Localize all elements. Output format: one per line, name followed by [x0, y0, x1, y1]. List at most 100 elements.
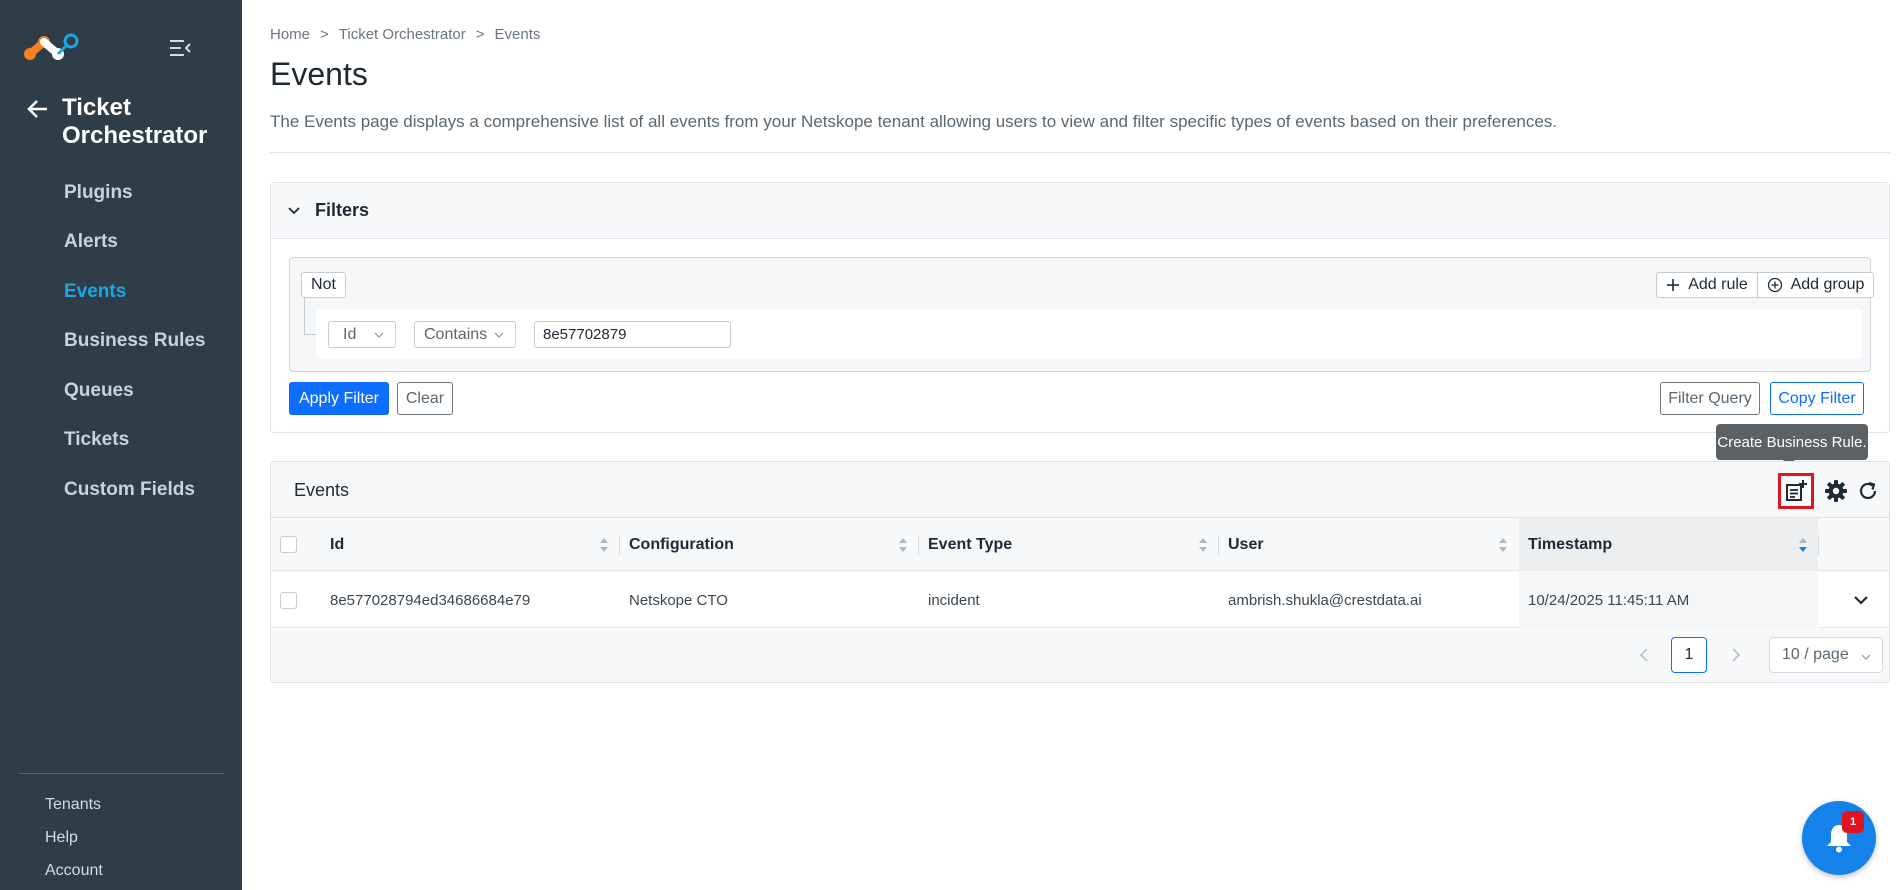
page-size-value: 10 / page [1782, 646, 1849, 663]
page-number-button[interactable]: 1 [1671, 637, 1707, 673]
sidebar-divider [19, 773, 224, 774]
filter-query-button[interactable]: Filter Query [1660, 382, 1760, 415]
select-all-cell [271, 518, 311, 571]
breadcrumb-ticket-orchestrator[interactable]: Ticket Orchestrator [339, 26, 466, 43]
column-separator [1818, 535, 1819, 555]
note-add-icon [1786, 480, 1807, 501]
section-title: Ticket Orchestrator [62, 94, 208, 149]
events-panel: Events Id Configuration Event Type User … [270, 461, 1890, 683]
column-header-timestamp[interactable]: Timestamp [1519, 518, 1818, 571]
sidebar-nav: Plugins Alerts Events Business Rules Que… [0, 168, 242, 515]
breadcrumb: Home > Ticket Orchestrator > Events [270, 26, 540, 43]
filters-title: Filters [315, 200, 370, 220]
row-checkbox[interactable] [280, 591, 297, 609]
sidebar-item-business-rules[interactable]: Business Rules [0, 317, 242, 367]
copy-filter-button[interactable]: Copy Filter [1770, 382, 1864, 415]
column-header-event-type-label: Event Type [928, 535, 1013, 553]
sort-icon [1499, 538, 1507, 552]
column-header-user-label: User [1228, 535, 1264, 553]
sidebar-item-plugins[interactable]: Plugins [0, 168, 242, 218]
column-header-configuration-label: Configuration [629, 535, 734, 553]
create-business-rule-tooltip: Create Business Rule. [1716, 424, 1868, 466]
page-size-select[interactable]: 10 / page [1769, 637, 1883, 673]
sidebar-item-custom-fields[interactable]: Custom Fields [0, 465, 242, 515]
chevron-right-icon [1732, 648, 1741, 662]
sidebar: Ticket Orchestrator Plugins Alerts Event… [0, 0, 242, 890]
cell-configuration: Netskope CTO [629, 591, 728, 609]
breadcrumb-events: Events [494, 26, 541, 43]
not-toggle-button[interactable]: Not [301, 272, 346, 298]
operator-select-value: Contains [424, 325, 488, 343]
sort-icon [899, 538, 907, 552]
chevron-down-icon [494, 332, 504, 338]
add-rule-button[interactable]: Add rule [1656, 272, 1758, 298]
menu-collapse-icon[interactable] [168, 38, 192, 58]
settings-button[interactable] [1823, 478, 1849, 504]
column-header-configuration[interactable]: Configuration [620, 518, 918, 571]
column-header-id-label: Id [330, 535, 345, 553]
sidebar-item-tenants[interactable]: Tenants [45, 794, 103, 827]
events-panel-header: Events [271, 462, 1889, 518]
filters-toggle[interactable]: Filters [271, 183, 1889, 239]
plus-circle-icon [1767, 277, 1782, 293]
chevron-down-icon [288, 206, 300, 214]
column-header-user[interactable]: User [1219, 518, 1518, 571]
sidebar-item-alerts[interactable]: Alerts [0, 218, 242, 268]
page-description: The Events page displays a comprehensive… [270, 112, 1558, 131]
cell-id: 8e577028794ed34686684e79 [330, 591, 531, 609]
previous-page-button[interactable] [1634, 645, 1654, 665]
rule-value-input[interactable] [534, 321, 731, 348]
netskope-logo-icon[interactable] [22, 30, 82, 66]
column-header-event-type[interactable]: Event Type [919, 518, 1218, 571]
table-row[interactable]: 8e577028794ed34686684e79 Netskope CTO in… [271, 572, 1889, 628]
add-rule-label: Add rule [1688, 276, 1748, 293]
operator-select[interactable]: Contains [414, 321, 516, 348]
refresh-button[interactable] [1855, 478, 1881, 504]
refresh-icon [1859, 481, 1877, 500]
column-header-timestamp-label: Timestamp [1528, 535, 1613, 553]
gear-icon [1825, 480, 1847, 502]
apply-filter-button[interactable]: Apply Filter [289, 382, 389, 415]
breadcrumb-separator: > [475, 26, 485, 43]
sidebar-item-help[interactable]: Help [45, 827, 103, 860]
cell-event-type: incident [928, 591, 980, 609]
sort-icon [1199, 538, 1207, 552]
cell-user: ambrish.shukla@crestdata.ai [1228, 591, 1422, 609]
pagination: 1 10 / page [271, 637, 1889, 673]
chevron-down-icon [1861, 654, 1871, 660]
expand-row-chevron-icon[interactable] [1851, 590, 1871, 610]
sidebar-item-events[interactable]: Events [0, 267, 242, 317]
page-title: Events [270, 56, 368, 92]
plus-icon [1667, 279, 1680, 291]
query-builder: Not Add rule Add group Id Contains 8e577… [289, 257, 1874, 372]
row-select-cell [271, 572, 311, 628]
chevron-down-icon [374, 332, 384, 338]
notification-count-badge: 1 [1842, 811, 1864, 833]
arrow-left-icon [27, 100, 47, 118]
header-divider [270, 152, 1890, 153]
sidebar-bottom-nav: Tenants Help Account [45, 794, 103, 890]
sort-desc-icon [1799, 538, 1807, 552]
chevron-left-icon [1639, 648, 1648, 662]
field-select-value: Id [343, 325, 357, 343]
sidebar-item-account[interactable]: Account [45, 860, 103, 890]
table-header: Id Configuration Event Type User Timesta… [271, 518, 1889, 571]
add-group-button[interactable]: Add group [1757, 272, 1874, 298]
filter-rule-row: Id Contains [316, 309, 1862, 359]
next-page-button[interactable] [1726, 645, 1746, 665]
back-to-ticket-orchestrator[interactable]: Ticket Orchestrator [26, 94, 232, 150]
breadcrumb-separator: > [320, 26, 329, 43]
filters-panel: Filters Not Add rule Add group Id Contai… [270, 182, 1890, 433]
clear-button[interactable]: Clear [397, 382, 453, 415]
sidebar-item-queues[interactable]: Queues [0, 366, 242, 416]
events-table-title: Events [294, 480, 350, 500]
create-business-rule-button[interactable] [1778, 473, 1814, 509]
column-header-id[interactable]: Id [321, 518, 619, 571]
field-select[interactable]: Id [328, 321, 396, 348]
cell-timestamp: 10/24/2025 11:45:11 AM [1519, 572, 1818, 628]
breadcrumb-home[interactable]: Home [270, 26, 310, 43]
select-all-checkbox[interactable] [280, 536, 297, 553]
sidebar-item-tickets[interactable]: Tickets [0, 416, 242, 466]
sort-icon [600, 538, 608, 552]
notifications-button[interactable]: 1 [1802, 801, 1876, 875]
